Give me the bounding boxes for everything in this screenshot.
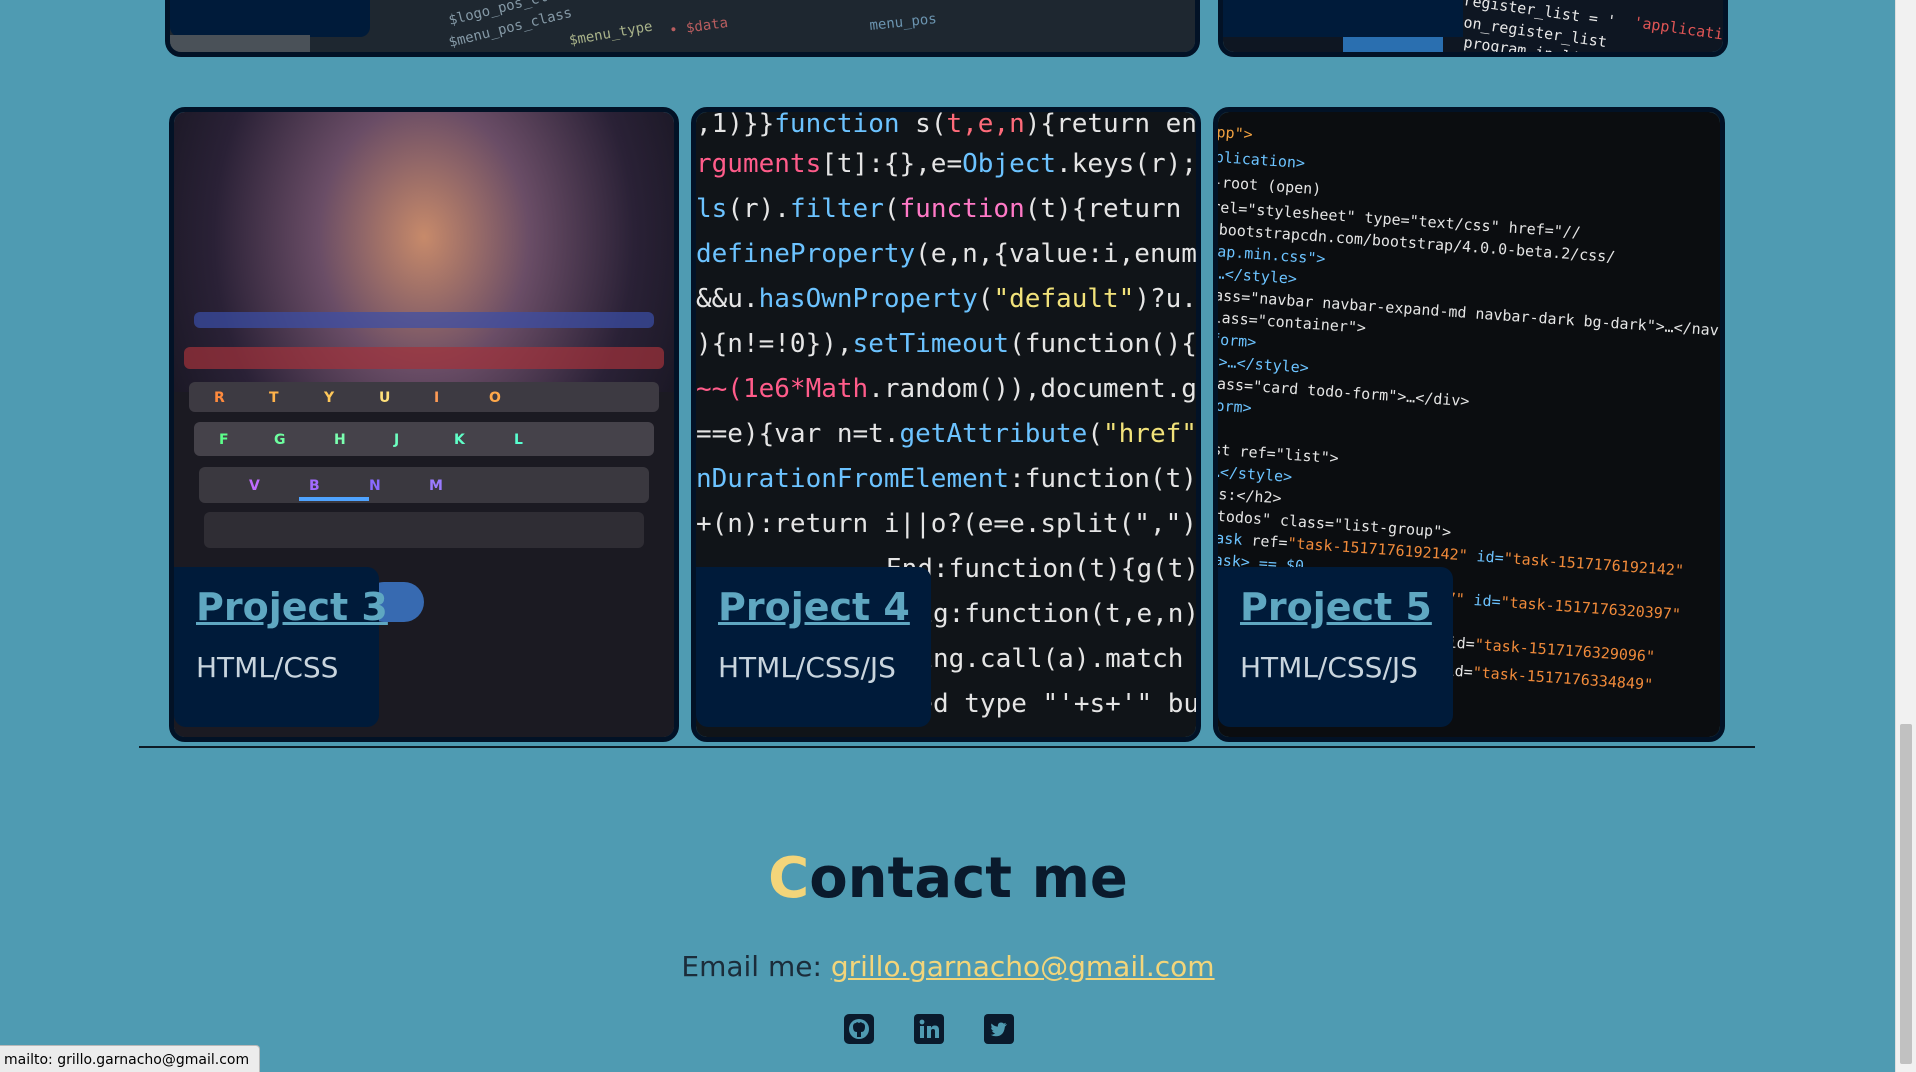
code-image: register_list = ' on_register_list progr… — [1223, 0, 1723, 52]
svg-text:ided type "'+s+'" but: ided type "'+s+'" but — [886, 689, 1196, 719]
svg-text:nDurationFromElement:function(: nDurationFromElement:function(t){ — [696, 464, 1196, 494]
svg-text:&&u.hasOwnProperty("default")?: &&u.hasOwnProperty("default")?u.d — [696, 284, 1196, 314]
svg-text:nfig:function(t,e,n): nfig:function(t,e,n) — [886, 599, 1196, 629]
email-prefix: Email me: — [681, 950, 831, 983]
section-divider — [139, 746, 1755, 748]
twitter-icon — [984, 1014, 1014, 1044]
svg-text:~~(1e6*Math.random()),document: ~~(1e6*Math.random()),document.get — [696, 374, 1196, 404]
email-line: Email me: grillo.garnacho@gmail.com — [0, 950, 1896, 983]
project-card-top-right[interactable]: register_list = ' on_register_list progr… — [1218, 0, 1728, 57]
svg-text:Y: Y — [323, 390, 335, 406]
social-links — [844, 1014, 1014, 1044]
project-caption: Project 5 HTML/CSS/JS — [1218, 567, 1453, 727]
svg-text:J: J — [393, 432, 399, 448]
vertical-scrollbar[interactable] — [1895, 0, 1916, 1072]
svg-text:End:function(t){g(t): End:function(t){g(t) — [886, 554, 1196, 584]
svg-text:F: F — [219, 432, 229, 448]
project-tech: HTML/CSS/JS — [1240, 651, 1418, 684]
scrollbar-thumb[interactable] — [1900, 724, 1912, 1064]
github-link[interactable] — [844, 1014, 874, 1044]
project-title-link[interactable]: Project 4 — [718, 585, 910, 629]
contact-heading: Contact me — [0, 846, 1896, 911]
status-bar-link-preview: mailto: grillo.garnacho@gmail.com — [0, 1045, 261, 1072]
email-link[interactable]: grillo.garnacho@gmail.com — [831, 950, 1215, 983]
project-caption: Project 4 HTML/CSS/JS — [696, 567, 931, 727]
project-title-link[interactable]: Project 5 — [1240, 585, 1432, 629]
project-card-4[interactable]: ,1)}}function s(t,e,n){return en rgument… — [691, 107, 1201, 742]
svg-text:M: M — [429, 478, 443, 494]
svg-text:,1)}}function s(t,e,n){return: ,1)}}function s(t,e,n){return en — [696, 112, 1196, 139]
svg-text:-form>: -form> — [1218, 329, 1257, 351]
twitter-link[interactable] — [984, 1014, 1014, 1044]
project-tech: HTML/CSS — [196, 651, 339, 684]
svg-text:K: K — [454, 432, 466, 448]
svg-text:U: U — [379, 390, 390, 406]
svg-text:R: R — [214, 390, 225, 406]
project-card-3[interactable]: R T Y U I O F G H J K L V B N M Project 3 HTML/C… — [169, 107, 679, 742]
svg-text:I: I — [434, 390, 439, 406]
svg-text:){n!=!0}),setTimeout(function(: ){n!=!0}),setTimeout(function(){n|| — [696, 329, 1196, 359]
svg-text:B: B — [309, 478, 320, 494]
svg-text:rguments[t]:{},e=Object.keys(r: rguments[t]:{},e=Object.keys(r); — [696, 149, 1196, 179]
svg-text:-form>: -form> — [1218, 395, 1252, 417]
code-image: $logo_pos_cl $menu_pos_class $menu_type … — [170, 0, 1195, 52]
svg-text:pp">: pp"> — [1218, 123, 1253, 143]
svg-text:L: L — [514, 432, 523, 448]
svg-text:==e){var n=t.getAttribute("hre: ==e){var n=t.getAttribute("href"); — [696, 419, 1196, 449]
project-tech: HTML/CSS/JS — [718, 651, 896, 684]
linkedin-icon — [914, 1014, 944, 1044]
svg-text:G: G — [274, 432, 286, 448]
svg-text:ls(r).filter(function(t){retur: ls(r).filter(function(t){return O — [696, 194, 1196, 224]
project-title-link[interactable]: Project 3 — [196, 585, 388, 629]
project-card-5[interactable]: pp"> plication> -root (open) rel="styles… — [1213, 107, 1725, 742]
svg-text:T: T — [269, 390, 279, 406]
github-icon — [844, 1014, 874, 1044]
svg-text:+(n):return i||o?(e=e.split(",: +(n):return i||o?(e=e.split(",")[ — [696, 509, 1196, 539]
svg-text:H: H — [334, 432, 346, 448]
project-caption: Project 3 HTML/CSS — [174, 567, 388, 727]
svg-text:V: V — [249, 478, 260, 494]
svg-text:N: N — [369, 478, 381, 494]
contact-heading-initial: C — [768, 846, 810, 911]
svg-text:O: O — [489, 390, 501, 406]
linkedin-link[interactable] — [914, 1014, 944, 1044]
project-card-top-left[interactable]: $logo_pos_cl $menu_pos_class $menu_type … — [165, 0, 1200, 57]
contact-heading-rest: ontact me — [809, 846, 1128, 911]
svg-text:defineProperty(e,n,{value:i,en: defineProperty(e,n,{value:i,enumer — [696, 239, 1196, 269]
